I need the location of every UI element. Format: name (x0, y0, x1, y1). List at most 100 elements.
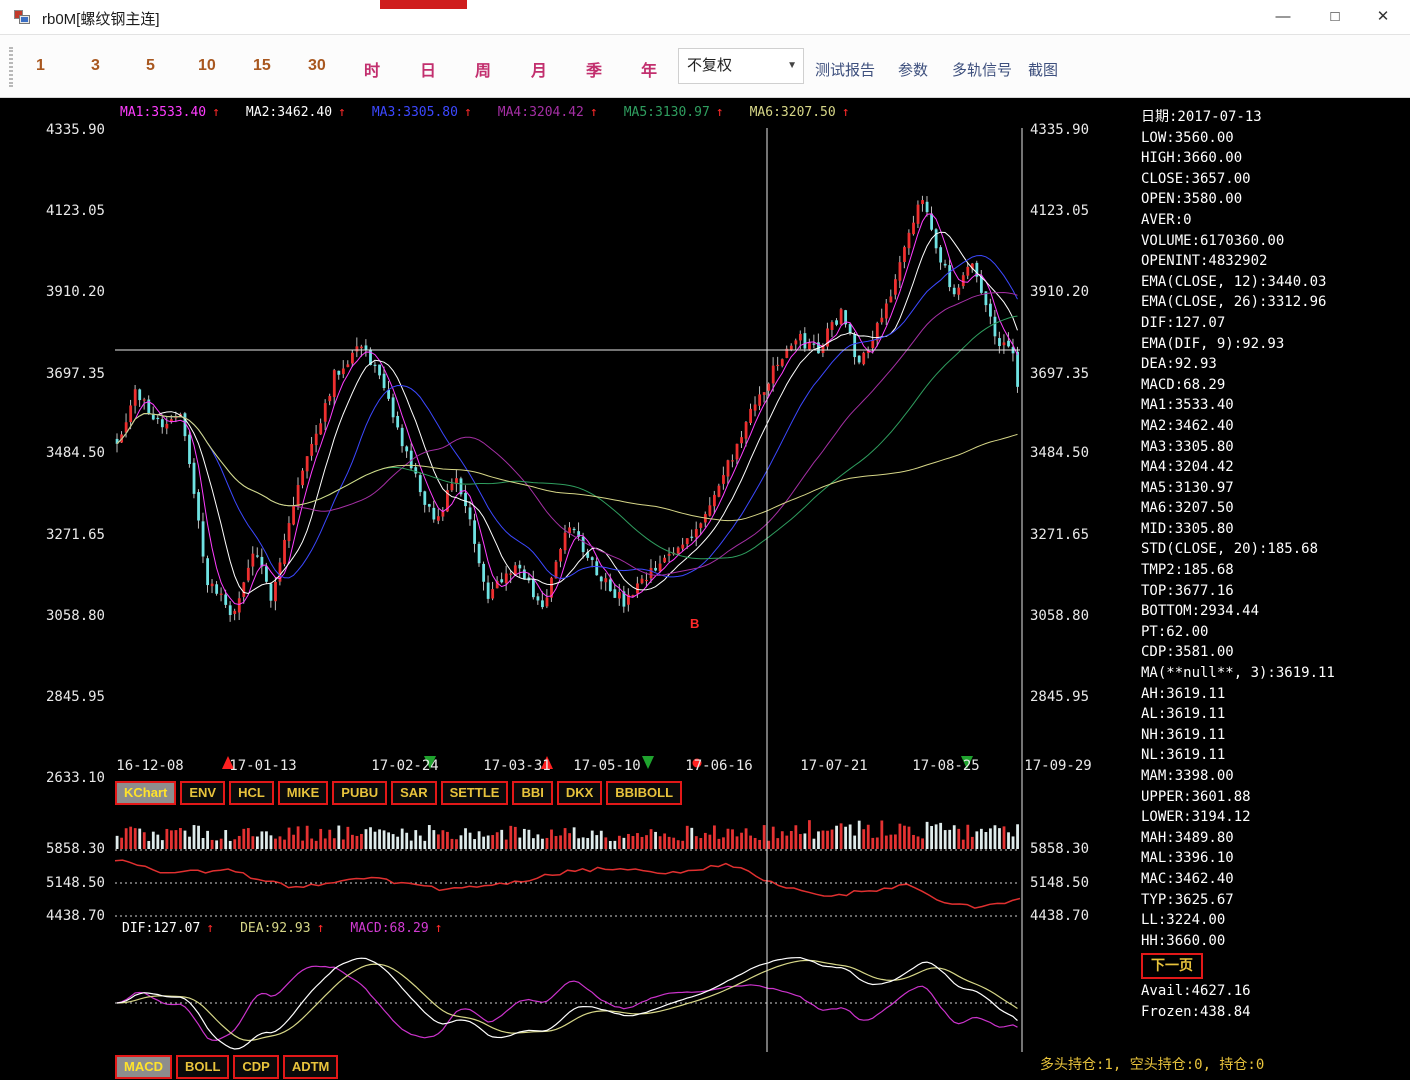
ma-values-row: MA1:3533.40↑MA2:3462.40↑MA3:3305.80↑MA4:… (120, 105, 850, 120)
menu-item[interactable]: 多轨信号 (952, 59, 1012, 80)
info-line: MA5:3130.97 (1141, 478, 1406, 499)
maximize-icon[interactable]: □ (1312, 0, 1358, 34)
info-line: MA6:3207.50 (1141, 498, 1406, 519)
info-line: MA2:3462.40 (1141, 416, 1406, 437)
menu-item[interactable]: 测试报告 (815, 59, 875, 80)
price-tick-label: 2845.95 (1030, 689, 1118, 705)
date-tick-label: 16-12-08 (116, 758, 183, 774)
price-tick-label: 4335.90 (17, 122, 105, 138)
info-line: AH:3619.11 (1141, 684, 1406, 705)
macd-token: MACD:68.29↑ (350, 921, 442, 936)
close-icon[interactable]: ✕ (1360, 0, 1406, 34)
period-button[interactable]: 5 (146, 57, 155, 75)
info-line: AL:3619.11 (1141, 704, 1406, 725)
period-button[interactable]: 月 (531, 57, 547, 81)
price-tick-label: 2845.95 (17, 689, 105, 705)
indicator-tab[interactable]: SETTLE (441, 781, 509, 805)
info-line: MA(**null**, 3):3619.11 (1141, 663, 1406, 684)
app-icon (14, 8, 32, 26)
oscillator-tab[interactable]: BOLL (176, 1055, 229, 1079)
indicator-tab[interactable]: KChart (115, 781, 176, 805)
date-tick-label: 17-06-16 (685, 758, 752, 774)
oscillator-tab[interactable]: ADTM (283, 1055, 339, 1079)
oscillator-tab[interactable]: CDP (233, 1055, 278, 1079)
price-tick-label: 3484.50 (1030, 445, 1118, 461)
info-line: MA1:3533.40 (1141, 395, 1406, 416)
indicator-tab[interactable]: HCL (229, 781, 274, 805)
info-line: LOW:3560.00 (1141, 128, 1406, 149)
macd-values-row: DIF:127.07↑ DEA:92.93↑ MACD:68.29↑ (122, 921, 443, 936)
price-tick-label: 3910.20 (17, 284, 105, 300)
window-title: rb0M[螺纹钢主连] (42, 8, 160, 29)
info-line: LL:3224.00 (1141, 910, 1406, 931)
price-tick-label: 3058.80 (1030, 608, 1118, 624)
period-button[interactable]: 30 (308, 57, 326, 75)
indicator-tab[interactable]: DKX (557, 781, 602, 805)
period-button[interactable]: 10 (198, 57, 216, 75)
date-tick-label: 17-01-13 (229, 758, 296, 774)
info-line: STD(CLOSE, 20):185.68 (1141, 539, 1406, 560)
info-line: TMP2:185.68 (1141, 560, 1406, 581)
indicator-tab[interactable]: SAR (391, 781, 436, 805)
indicator-tab[interactable]: PUBU (332, 781, 387, 805)
indicator-tab[interactable]: ENV (180, 781, 225, 805)
red-overlay-artifact (380, 0, 467, 9)
price-tick-label: 3910.20 (1030, 284, 1118, 300)
price-tick-label: 4335.90 (1030, 122, 1118, 138)
up-arrow-icon: ↑ (716, 105, 724, 120)
next-page-button[interactable]: 下一页 (1141, 953, 1203, 979)
info-line: MACD:68.29 (1141, 375, 1406, 396)
period-button[interactable]: 日 (420, 57, 436, 81)
info-line: TYP:3625.67 (1141, 890, 1406, 911)
adjustment-value: 不复权 (687, 57, 732, 74)
period-button[interactable]: 3 (91, 57, 100, 75)
adjustment-dropdown[interactable]: 不复权 ▼ (678, 48, 804, 84)
up-arrow-icon: ↑ (842, 105, 850, 120)
minimize-icon[interactable]: — (1260, 0, 1306, 34)
info-line: NH:3619.11 (1141, 725, 1406, 746)
info-line: MAL:3396.10 (1141, 848, 1406, 869)
ma-token: MA1:3533.40↑ (120, 105, 220, 120)
oscillator-tab[interactable]: MACD (115, 1055, 172, 1079)
macd-token: DIF:127.07↑ (122, 921, 214, 936)
info-line: CDP:3581.00 (1141, 642, 1406, 663)
account-line: Avail:4627.16 (1141, 981, 1406, 1002)
volume-tick-label: 5148.50 (17, 875, 105, 891)
info-line: OPEN:3580.00 (1141, 189, 1406, 210)
ma-token: MA5:3130.97↑ (624, 105, 724, 120)
volume-tick-label: 5858.30 (17, 841, 105, 857)
period-button[interactable]: 年 (641, 57, 657, 81)
macd-token: DEA:92.93↑ (240, 921, 324, 936)
period-button[interactable]: 15 (253, 57, 271, 75)
volume-tick-label: 4438.70 (17, 908, 105, 924)
indicator-tab[interactable]: MIKE (278, 781, 329, 805)
volume-tick-label: 5148.50 (1030, 875, 1118, 891)
up-arrow-icon: ↑ (317, 921, 325, 936)
price-tick-label: 3271.65 (17, 527, 105, 543)
info-line: CLOSE:3657.00 (1141, 169, 1406, 190)
date-tick-label: 17-03-31 (483, 758, 550, 774)
period-button[interactable]: 周 (475, 57, 491, 81)
up-arrow-icon: ↑ (338, 105, 346, 120)
ma-token: MA6:3207.50↑ (750, 105, 850, 120)
menu-item[interactable]: 截图 (1028, 59, 1058, 80)
info-line: HH:3660.00 (1141, 931, 1406, 952)
indicator-tab[interactable]: BBI (512, 781, 552, 805)
account-line: Frozen:438.84 (1141, 1002, 1406, 1023)
info-line: OPENINT:4832902 (1141, 251, 1406, 272)
period-button[interactable]: 1 (36, 57, 45, 75)
indicator-tab[interactable]: BBIBOLL (606, 781, 682, 805)
info-line: 日期:2017-07-13 (1141, 107, 1406, 128)
date-tick-label: 17-07-21 (800, 758, 867, 774)
info-line: DEA:92.93 (1141, 354, 1406, 375)
toolbar: 1 3 5 10 15 30 时 日 周 月 季 年 不复权 ▼ 测试报告 参数 多轨信号截图 (0, 35, 1410, 98)
price-tick-label: 3058.80 (17, 608, 105, 624)
title-bar: rb0M[螺纹钢主连] — □ ✕ (0, 0, 1410, 35)
date-tick-label: 17-05-10 (573, 758, 640, 774)
info-line: AVER:0 (1141, 210, 1406, 231)
menu-item[interactable]: 参数 (898, 59, 928, 80)
ma-token: MA3:3305.80↑ (372, 105, 472, 120)
period-button[interactable]: 季 (586, 57, 602, 81)
period-button[interactable]: 时 (364, 57, 380, 81)
volume-tick-label: 5858.30 (1030, 841, 1118, 857)
